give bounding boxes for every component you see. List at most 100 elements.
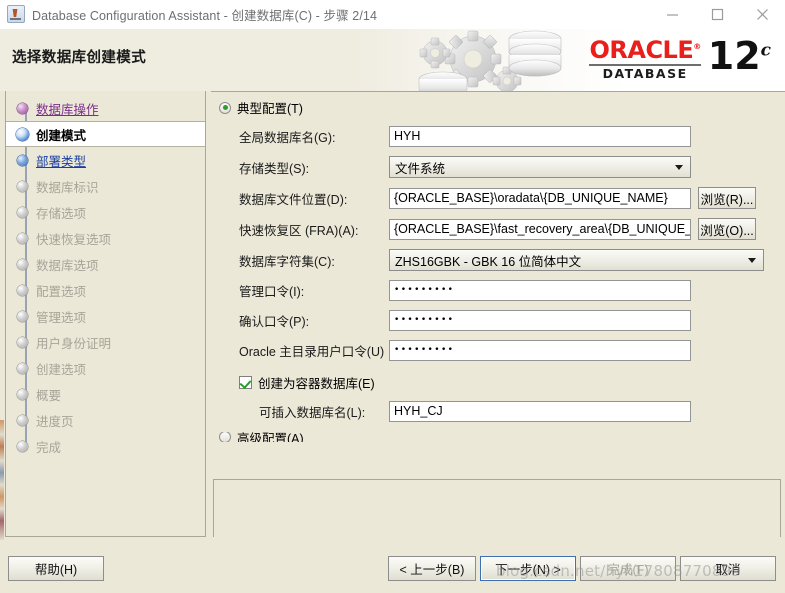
oracle-version-suffix: c <box>760 40 771 61</box>
step-dot-icon <box>17 284 28 296</box>
chevron-down-icon <box>675 165 683 170</box>
sidebar-step-creation-options: 创建选项 <box>6 355 205 381</box>
minimize-icon[interactable] <box>650 0 695 28</box>
step-label: 创建模式 <box>36 128 87 143</box>
window-title-bar: Database Configuration Assistant - 创建数据库… <box>0 0 785 29</box>
fast-recovery-area-row: 快速恢复区 (FRA)(A): {ORACLE_BASE}\fast_recov… <box>211 218 785 240</box>
storage-type-row: 存储类型(S): 文件系统 <box>211 156 785 178</box>
admin-password-row: 管理口令(I): ••••••••• <box>211 280 785 301</box>
step-label: 完成 <box>36 440 62 455</box>
window-title: Database Configuration Assistant - 创建数据库… <box>32 8 378 23</box>
step-label: 数据库操作 <box>36 102 99 117</box>
steps-sidebar: 数据库操作 创建模式 部署类型 数据库标识 存储选项 快速恢复选项 数据库选项 … <box>5 91 206 537</box>
global-db-name-row: 全局数据库名(G): HYH <box>211 126 785 147</box>
fast-recovery-area-browse-button[interactable]: 浏览(O)... <box>698 218 756 240</box>
step-label: 用户身份证明 <box>36 336 112 351</box>
cancel-button[interactable]: 取消 <box>680 556 776 581</box>
sidebar-step-management-options: 管理选项 <box>6 303 205 329</box>
java-app-icon <box>7 5 25 23</box>
step-dot-icon <box>17 336 28 348</box>
step-dot-icon <box>17 258 28 270</box>
creation-mode-form: 典型配置(T) 全局数据库名(G): HYH 存储类型(S): 文件系统 数据库… <box>211 91 785 473</box>
step-dot-icon <box>17 180 28 192</box>
step-dot-icon <box>17 232 28 244</box>
step-label: 存储选项 <box>36 206 87 221</box>
oracle-database-label: DATABASE <box>602 66 688 81</box>
step-label: 进度页 <box>36 414 74 429</box>
oracle-wordmark: ORACLE® <box>589 36 701 64</box>
window-controls <box>650 0 785 28</box>
maximize-icon[interactable] <box>695 0 740 28</box>
footer-button-bar: 帮助(H) < 上一步(B) 下一步(N) > 完成(F) 取消 <box>0 545 785 593</box>
typical-config-radio[interactable] <box>219 101 231 114</box>
finish-button: 完成(F) <box>580 556 676 581</box>
close-icon[interactable] <box>740 0 785 28</box>
main-panel: 典型配置(T) 全局数据库名(G): HYH 存储类型(S): 文件系统 数据库… <box>211 91 785 537</box>
pluggable-db-row: 可插入数据库名(L): HYH_CJ <box>211 401 785 422</box>
background-window-edge <box>0 420 4 540</box>
fast-recovery-area-input[interactable]: {ORACLE_BASE}\fast_recovery_area\{DB_UNI… <box>389 218 691 240</box>
global-db-name-label: 全局数据库名(G): <box>239 131 336 145</box>
chevron-down-icon <box>748 258 756 263</box>
charset-label: 数据库字符集(C): <box>239 254 335 269</box>
storage-type-value: 文件系统 <box>395 161 446 176</box>
db-file-location-browse-button[interactable]: 浏览(R)... <box>698 187 756 209</box>
sidebar-step-creation-mode[interactable]: 创建模式 <box>6 121 205 147</box>
step-dot-icon <box>17 310 28 322</box>
sidebar-step-user-credentials: 用户身份证明 <box>6 329 205 355</box>
sidebar-step-summary: 概要 <box>6 381 205 407</box>
step-dot-icon <box>17 414 28 426</box>
fast-recovery-area-label: 快速恢复区 (FRA)(A): <box>239 223 359 238</box>
sidebar-step-finish: 完成 <box>6 433 205 459</box>
step-dot-icon <box>17 388 28 400</box>
oracle-banner: 选择数据库创建模式 ORACLE® DATABASE 12c <box>0 29 785 92</box>
sidebar-step-storage-options: 存储选项 <box>6 199 205 225</box>
step-dot-icon <box>16 127 29 141</box>
step-label: 管理选项 <box>36 310 87 325</box>
oracle-home-password-input[interactable]: ••••••••• <box>389 340 691 361</box>
pluggable-db-label: 可插入数据库名(L): <box>259 406 366 420</box>
sidebar-step-progress-page: 进度页 <box>6 407 205 433</box>
global-db-name-input[interactable]: HYH <box>389 126 691 147</box>
content-area: 数据库操作 创建模式 部署类型 数据库标识 存储选项 快速恢复选项 数据库选项 … <box>0 91 785 545</box>
charset-select[interactable]: ZHS16GBK - GBK 16 位简体中文 <box>389 249 764 271</box>
db-file-location-row: 数据库文件位置(D): {ORACLE_BASE}\oradata\{DB_UN… <box>211 187 785 209</box>
storage-type-label: 存储类型(S): <box>239 161 310 176</box>
oracle-home-password-row: Oracle 主目录用户口令(U) ••••••••• <box>211 340 785 361</box>
pluggable-db-input[interactable]: HYH_CJ <box>389 401 691 422</box>
help-button[interactable]: 帮助(H) <box>8 556 104 581</box>
message-panel <box>213 479 781 537</box>
advanced-config-radio[interactable] <box>219 432 231 442</box>
storage-type-select[interactable]: 文件系统 <box>389 156 691 178</box>
step-dot-icon <box>17 206 28 218</box>
sidebar-step-configuration-options: 配置选项 <box>6 277 205 303</box>
step-label: 部署类型 <box>36 154 87 169</box>
back-button[interactable]: < 上一步(B) <box>388 556 476 581</box>
sidebar-step-database-operation[interactable]: 数据库操作 <box>6 95 205 121</box>
advanced-config-radio-row[interactable]: 高级配置(A) <box>219 432 785 442</box>
oracle-logo: ORACLE® DATABASE 12c <box>589 34 771 81</box>
advanced-config-label: 高级配置(A) <box>237 432 304 442</box>
container-db-checkbox-row[interactable]: 创建为容器数据库(E) <box>211 373 785 392</box>
next-button[interactable]: 下一步(N) > <box>480 556 576 581</box>
registered-trademark-icon: ® <box>693 42 701 51</box>
sidebar-step-database-options: 数据库选项 <box>6 251 205 277</box>
admin-password-input[interactable]: ••••••••• <box>389 280 691 301</box>
page-title: 选择数据库创建模式 <box>12 50 147 66</box>
db-file-location-input[interactable]: {ORACLE_BASE}\oradata\{DB_UNIQUE_NAME} <box>389 187 691 209</box>
step-dot-icon <box>17 154 28 166</box>
admin-password-label: 管理口令(I): <box>239 285 305 299</box>
typical-config-label: 典型配置(T) <box>237 102 303 116</box>
confirm-password-input[interactable]: ••••••••• <box>389 310 691 331</box>
step-dot-icon <box>17 102 28 114</box>
typical-config-radio-row[interactable]: 典型配置(T) <box>219 98 785 117</box>
sidebar-step-deployment-type[interactable]: 部署类型 <box>6 147 205 173</box>
step-dot-icon <box>17 362 28 374</box>
step-label: 概要 <box>36 388 62 403</box>
step-dot-icon <box>17 440 28 452</box>
oracle-version: 12c <box>707 34 771 78</box>
confirm-password-row: 确认口令(P): ••••••••• <box>211 310 785 331</box>
container-db-checkbox[interactable] <box>239 376 252 389</box>
container-db-label: 创建为容器数据库(E) <box>258 377 375 391</box>
sidebar-step-database-identification: 数据库标识 <box>6 173 205 199</box>
